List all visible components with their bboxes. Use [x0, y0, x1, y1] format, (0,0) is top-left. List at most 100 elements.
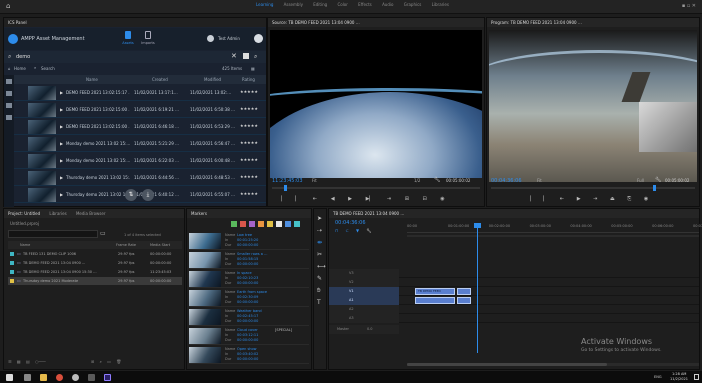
asset-row[interactable]: ▶ Thursday demo 2021 13:02 15:… 11/02/2021… — [14, 170, 266, 186]
marker-filter-blue[interactable] — [285, 221, 291, 227]
program-scrubber[interactable] — [491, 185, 695, 191]
marker-item[interactable]: Name Cloud cover In 00:03:12:11 Dur 00:00:00:… — [189, 327, 309, 345]
marker-item[interactable]: Name Low tree In 00:01:25:20 Dur 00:00:00:00 — [189, 232, 309, 250]
timeline-clip-a1-a[interactable] — [415, 297, 455, 304]
clear-search-icon[interactable]: ✕ — [231, 52, 237, 60]
premiere-icon[interactable] — [104, 374, 111, 381]
asset-rating[interactable]: ★★★★★ — [240, 140, 258, 145]
asset-rating[interactable]: ★★★★★ — [240, 123, 258, 128]
asset-rating[interactable]: ★★★★★ — [240, 106, 258, 111]
step-back-icon[interactable]: ◀ — [331, 196, 335, 202]
track-v3-header[interactable]: V3 — [329, 269, 399, 278]
timeline-wrench-icon[interactable]: 🔧︎ — [366, 228, 371, 233]
source-scale-select[interactable]: 1/2 — [414, 178, 420, 183]
icon-view-icon[interactable]: ▦ — [17, 359, 21, 364]
asset-row[interactable]: ▶ DEMO FEED 2021 13:02:15:17 … 11/02/2021 … — [14, 85, 266, 101]
ams-tab[interactable]: ICS Panel — [8, 20, 27, 25]
workspace-audio[interactable]: Audio — [382, 2, 393, 7]
program-mark-in-icon[interactable]: ▕ — [527, 196, 531, 202]
source-playhead[interactable] — [284, 185, 287, 191]
program-go-to-in-icon[interactable]: ⇤ — [560, 196, 564, 202]
column-created[interactable]: Created — [152, 77, 168, 82]
asset-row[interactable]: ▶ Thursday demo 2021 13:02 15:… 11/02/2021… — [14, 187, 266, 203]
settings-icon[interactable] — [207, 35, 214, 42]
asset-play-icon[interactable]: ▶ — [60, 175, 63, 180]
filter-icon[interactable] — [6, 79, 12, 84]
timeline-zoom-bar[interactable] — [407, 235, 699, 237]
workspace-color[interactable]: Color — [337, 2, 347, 7]
download-button[interactable]: ⤓ — [142, 189, 154, 201]
pen-tool-icon[interactable]: ✎ — [317, 275, 322, 282]
source-tab[interactable]: Source: TB DEMO FEED 2021 13:04 0900 … — [272, 20, 360, 25]
track-v2-header[interactable]: V2 — [329, 278, 399, 287]
timeline-timecode[interactable]: 00:04:36:06 — [335, 220, 366, 226]
asset-rating[interactable]: ★★★★★ — [240, 191, 258, 196]
start-icon[interactable] — [6, 374, 13, 381]
source-fit-select[interactable]: Fit — [312, 178, 317, 183]
nav-assets[interactable]: Assets — [120, 31, 136, 49]
tag-icon[interactable] — [6, 103, 12, 108]
program-playhead[interactable] — [653, 185, 656, 191]
marker-filter-cyan[interactable] — [294, 221, 300, 227]
track-a1-header[interactable]: A1 — [329, 296, 399, 305]
new-bin-icon[interactable]: ▭ — [100, 230, 108, 238]
linked-selection-icon[interactable]: ⊂ — [345, 228, 348, 233]
asset-play-icon[interactable]: ▶ — [60, 192, 63, 197]
asset-rating[interactable]: ★★★★★ — [240, 89, 258, 94]
step-forward-icon[interactable]: ▶▏ — [366, 196, 374, 202]
timeline-tab[interactable]: TB DEMO FEED 2021 13:04 0900 … — [333, 211, 404, 216]
save-search-icon[interactable] — [243, 53, 249, 59]
program-go-to-out-icon[interactable]: ⇥ — [593, 196, 597, 202]
source-timecode[interactable]: 11:23:45:03 — [272, 178, 303, 184]
mark-in-icon[interactable]: ▕ — [278, 196, 282, 202]
marker-filter-yellow[interactable] — [267, 221, 273, 227]
asset-play-icon[interactable]: ▶ — [60, 107, 63, 112]
link-button[interactable]: ⇅ — [125, 189, 137, 201]
notification-icon[interactable] — [694, 374, 699, 380]
snap-icon[interactable]: ⊓ — [335, 228, 338, 233]
clock-icon[interactable] — [6, 115, 12, 120]
marker-item[interactable]: Name In space In 00:02:10:23 Dur 00:00:00:00 — [189, 270, 309, 288]
asset-play-icon[interactable]: ▶ — [60, 158, 63, 163]
program-wrench-icon[interactable]: 🔧︎ — [655, 177, 661, 183]
selection-tool-icon[interactable]: ➤ — [317, 215, 322, 222]
source-scrubber[interactable] — [272, 185, 480, 191]
tab-libraries[interactable]: Libraries — [49, 211, 66, 216]
tab-project[interactable]: Project: Untitled — [8, 211, 40, 216]
lift-icon[interactable]: ⏏ — [610, 196, 615, 202]
ripple-edit-tool-icon[interactable]: ⇹ — [317, 239, 322, 246]
avatar[interactable] — [254, 34, 263, 43]
workspace-assembly[interactable]: Assembly — [284, 2, 303, 7]
hand-tool-icon[interactable]: ✋︎ — [317, 287, 320, 295]
program-mark-out-icon[interactable]: ▏ — [543, 196, 547, 202]
marker-item[interactable]: Name Open show In 00:03:40:02 Dur 00:00:00:00 — [189, 346, 309, 364]
marker-filter-orange[interactable] — [258, 221, 264, 227]
go-to-in-icon[interactable]: ⇤ — [313, 196, 317, 202]
track-v1-header[interactable]: V1 — [329, 287, 399, 296]
marker-filter-purple[interactable] — [249, 221, 255, 227]
task-view-icon[interactable] — [24, 374, 31, 381]
view-toggle-icon[interactable]: ▦ — [251, 66, 255, 71]
project-item[interactable]: ▭ TB FEED 131 DEMO CLIP 1006 29.97 fps 00:0… — [8, 250, 182, 258]
go-to-out-icon[interactable]: ⇥ — [387, 196, 391, 202]
asset-row[interactable]: ▶ DEMO FEED 2021 13:02:15:00 … 11/02/2021 … — [14, 102, 266, 118]
marker-filter-red[interactable] — [240, 221, 246, 227]
timeline-clip-v1-b[interactable] — [457, 288, 471, 295]
export-frame-icon[interactable]: ◉ — [440, 196, 444, 202]
nav-imports[interactable]: Imports — [138, 31, 158, 49]
add-marker-icon[interactable]: ▼ — [356, 228, 359, 233]
breadcrumb-home-icon[interactable]: ⌂ — [8, 66, 11, 71]
media-app-icon[interactable] — [88, 374, 95, 381]
search-input[interactable]: demo — [16, 54, 30, 60]
insert-icon[interactable]: ⊞ — [405, 196, 409, 202]
marker-item[interactable]: Name Weather band In 00:02:45:17 Dur 00:00:00… — [189, 308, 309, 326]
breadcrumb-search[interactable]: Search — [41, 66, 55, 71]
marker-item[interactable]: Name Earth from space In 00:02:30:09 Dur 00:0… — [189, 289, 309, 307]
column-rating[interactable]: Rating — [242, 77, 255, 82]
delete-icon[interactable]: 🗑︎ — [116, 359, 121, 364]
marker-filter-green[interactable] — [231, 221, 237, 227]
workspace-effects[interactable]: Effects — [358, 2, 372, 7]
workspace-editing[interactable]: Editing — [313, 2, 327, 7]
program-fit-select[interactable]: Fit — [537, 178, 542, 183]
slip-tool-icon[interactable]: ⟷ — [317, 263, 326, 270]
